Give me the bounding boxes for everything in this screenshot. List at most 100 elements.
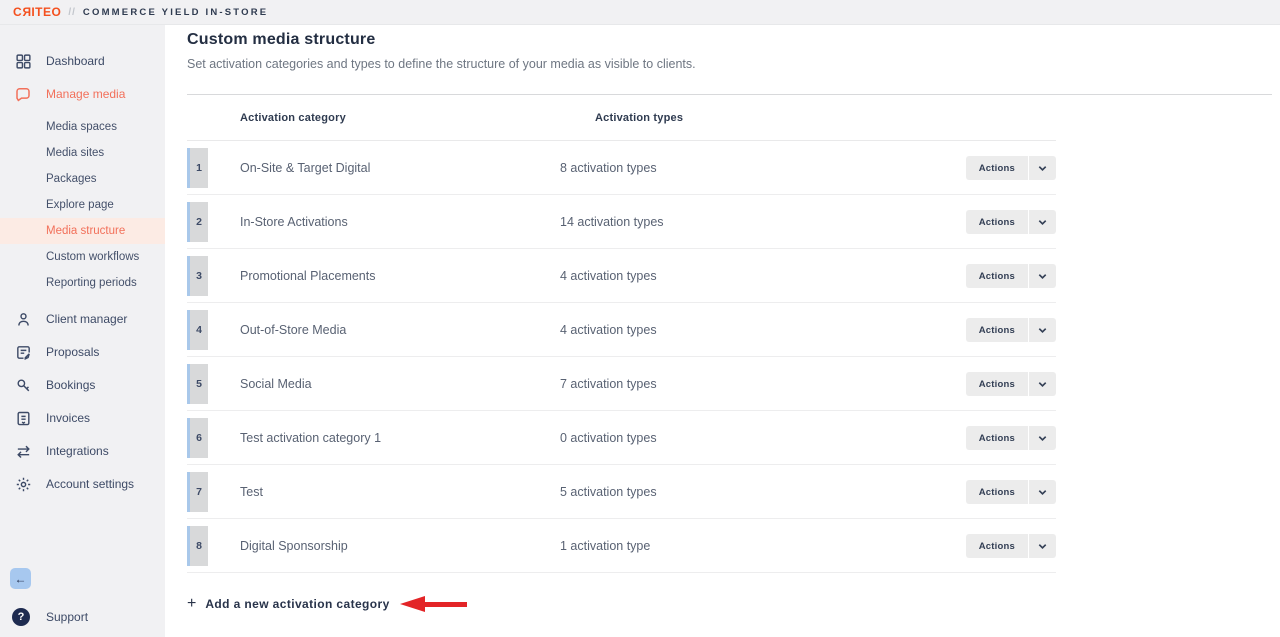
media-screen-icon bbox=[14, 85, 32, 103]
row-drag-handle[interactable]: 8 bbox=[187, 526, 208, 566]
actions-dropdown-toggle[interactable] bbox=[1029, 318, 1056, 342]
activation-category-cell: In-Store Activations bbox=[240, 195, 348, 249]
sidebar-subnav-manage-media: Media spaces Media sites Packages Explor… bbox=[0, 114, 165, 296]
table-row: 8 Digital Sponsorship 1 activation type … bbox=[187, 519, 1056, 573]
logo-divider: // bbox=[68, 7, 76, 18]
row-drag-handle[interactable]: 7 bbox=[187, 472, 208, 512]
sidebar-item-proposals[interactable]: Proposals bbox=[0, 339, 165, 365]
sidebar-item-dashboard[interactable]: Dashboard bbox=[0, 48, 165, 74]
sidebar-item-custom-workflows[interactable]: Custom workflows bbox=[0, 244, 165, 270]
add-activation-category-button[interactable]: Add a new activation category bbox=[205, 597, 389, 611]
invoice-document-icon bbox=[14, 409, 32, 427]
actions-dropdown-toggle[interactable] bbox=[1029, 534, 1056, 558]
actions-dropdown-toggle[interactable] bbox=[1029, 426, 1056, 450]
sidebar-item-invoices[interactable]: Invoices bbox=[0, 405, 165, 431]
product-name: COMMERCE YIELD IN-STORE bbox=[83, 7, 268, 18]
sidebar-item-media-structure[interactable]: Media structure bbox=[0, 218, 165, 244]
sidebar-item-label: Integrations bbox=[46, 444, 109, 458]
row-drag-handle[interactable]: 4 bbox=[187, 310, 208, 350]
actions-button[interactable]: Actions bbox=[966, 264, 1028, 288]
sidebar-item-client-manager[interactable]: Client manager bbox=[0, 306, 165, 332]
row-drag-handle[interactable]: 1 bbox=[187, 148, 208, 188]
table-header-row: Activation category Activation types bbox=[187, 95, 1056, 141]
sidebar-collapse-button[interactable]: ← bbox=[10, 568, 31, 589]
sidebar-item-label: Manage media bbox=[46, 87, 125, 101]
actions-dropdown-toggle[interactable] bbox=[1029, 156, 1056, 180]
actions-split-button[interactable]: Actions bbox=[966, 372, 1056, 396]
chevron-down-icon bbox=[1037, 217, 1048, 228]
table-row: 3 Promotional Placements 4 activation ty… bbox=[187, 249, 1056, 303]
table-row: 5 Social Media 7 activation types Action… bbox=[187, 357, 1056, 411]
actions-split-button[interactable]: Actions bbox=[966, 264, 1056, 288]
sidebar-item-integrations[interactable]: Integrations bbox=[0, 438, 165, 464]
actions-dropdown-toggle[interactable] bbox=[1029, 210, 1056, 234]
table-row: 1 On-Site & Target Digital 8 activation … bbox=[187, 141, 1056, 195]
actions-dropdown-toggle[interactable] bbox=[1029, 480, 1056, 504]
column-header-activation-types: Activation types bbox=[595, 95, 683, 141]
add-category-row: + Add a new activation category bbox=[187, 595, 1272, 613]
dashboard-grid-icon bbox=[14, 52, 32, 70]
actions-split-button[interactable]: Actions bbox=[966, 426, 1056, 450]
chevron-down-icon bbox=[1037, 271, 1048, 282]
actions-dropdown-toggle[interactable] bbox=[1029, 264, 1056, 288]
actions-button[interactable]: Actions bbox=[966, 318, 1028, 342]
actions-split-button[interactable]: Actions bbox=[966, 210, 1056, 234]
sidebar-item-label: Bookings bbox=[46, 378, 95, 392]
row-drag-handle[interactable]: 2 bbox=[187, 202, 208, 242]
activation-types-cell: 1 activation type bbox=[560, 519, 650, 573]
row-drag-handle[interactable]: 3 bbox=[187, 256, 208, 296]
sidebar-item-packages[interactable]: Packages bbox=[0, 166, 165, 192]
actions-button[interactable]: Actions bbox=[966, 210, 1028, 234]
sidebar-item-explore-page[interactable]: Explore page bbox=[0, 192, 165, 218]
left-arrow-icon: ← bbox=[15, 572, 27, 586]
sidebar: Dashboard Manage media Media spaces Medi… bbox=[0, 25, 165, 637]
chevron-down-icon bbox=[1037, 487, 1048, 498]
column-header-activation-category: Activation category bbox=[240, 95, 346, 141]
row-drag-handle[interactable]: 5 bbox=[187, 364, 208, 404]
sidebar-item-media-spaces[interactable]: Media spaces bbox=[0, 114, 165, 140]
table-row: 2 In-Store Activations 14 activation typ… bbox=[187, 195, 1056, 249]
sidebar-item-label: Account settings bbox=[46, 477, 134, 491]
criteo-logo[interactable]: CRITEO bbox=[13, 5, 61, 19]
activation-types-cell: 7 activation types bbox=[560, 357, 657, 411]
activation-types-cell: 14 activation types bbox=[560, 195, 664, 249]
proposal-note-icon bbox=[14, 343, 32, 361]
sync-arrows-icon bbox=[14, 442, 32, 460]
actions-dropdown-toggle[interactable] bbox=[1029, 372, 1056, 396]
activation-types-cell: 5 activation types bbox=[560, 465, 657, 519]
sidebar-item-reporting-periods[interactable]: Reporting periods bbox=[0, 270, 165, 296]
actions-split-button[interactable]: Actions bbox=[966, 534, 1056, 558]
support-link[interactable]: ? Support bbox=[12, 608, 88, 626]
actions-button[interactable]: Actions bbox=[966, 534, 1028, 558]
table-row: 6 Test activation category 1 0 activatio… bbox=[187, 411, 1056, 465]
activation-category-cell: Out-of-Store Media bbox=[240, 303, 346, 357]
row-drag-handle[interactable]: 6 bbox=[187, 418, 208, 458]
actions-button[interactable]: Actions bbox=[966, 372, 1028, 396]
support-label: Support bbox=[46, 610, 88, 624]
actions-split-button[interactable]: Actions bbox=[966, 156, 1056, 180]
sidebar-item-label: Dashboard bbox=[46, 54, 105, 68]
page-subtitle: Set activation categories and types to d… bbox=[187, 57, 1272, 71]
chevron-down-icon bbox=[1037, 433, 1048, 444]
sidebar-item-media-sites[interactable]: Media sites bbox=[0, 140, 165, 166]
activation-category-cell: Digital Sponsorship bbox=[240, 519, 348, 573]
sidebar-item-bookings[interactable]: Bookings bbox=[0, 372, 165, 398]
main-content: Custom media structure Set activation ca… bbox=[165, 25, 1280, 637]
sidebar-item-label: Invoices bbox=[46, 411, 90, 425]
plus-icon: + bbox=[187, 595, 196, 613]
question-mark-icon: ? bbox=[12, 608, 30, 626]
actions-split-button[interactable]: Actions bbox=[966, 480, 1056, 504]
actions-split-button[interactable]: Actions bbox=[966, 318, 1056, 342]
activation-category-cell: Test activation category 1 bbox=[240, 411, 381, 465]
key-icon bbox=[14, 376, 32, 394]
actions-button[interactable]: Actions bbox=[966, 156, 1028, 180]
sidebar-item-manage-media[interactable]: Manage media bbox=[0, 81, 165, 107]
actions-button[interactable]: Actions bbox=[966, 480, 1028, 504]
top-app-bar: CRITEO // COMMERCE YIELD IN-STORE bbox=[0, 0, 1280, 25]
chevron-down-icon bbox=[1037, 325, 1048, 336]
activation-types-cell: 8 activation types bbox=[560, 141, 657, 195]
activation-category-cell: On-Site & Target Digital bbox=[240, 141, 370, 195]
gear-icon bbox=[14, 475, 32, 493]
actions-button[interactable]: Actions bbox=[966, 426, 1028, 450]
sidebar-item-account-settings[interactable]: Account settings bbox=[0, 471, 165, 497]
